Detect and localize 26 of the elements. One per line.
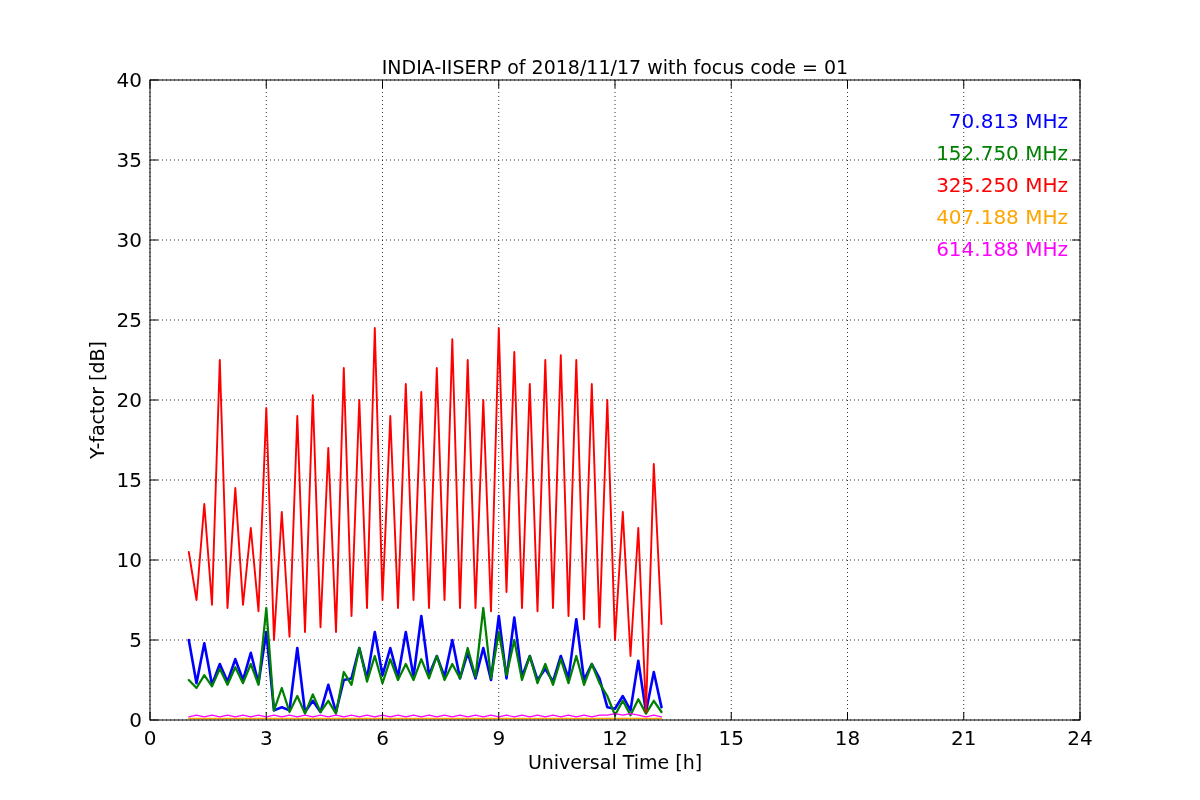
y-tick-label: 10 [116, 548, 142, 572]
y-tick-label: 5 [129, 628, 142, 652]
legend-label: 70.813 MHz [948, 109, 1068, 133]
y-tick-label: 30 [116, 228, 142, 252]
x-tick-label: 9 [492, 726, 506, 750]
chart-title: INDIA-IISERP of 2018/11/17 with focus code = 01 [381, 56, 849, 78]
y-tick-label: 35 [116, 148, 142, 172]
y-tick-label: 20 [116, 388, 142, 412]
x-tick-label: 15 [718, 726, 744, 750]
legend-label: 614.188 MHz [936, 237, 1068, 261]
x-tick-label: 18 [834, 726, 861, 750]
y-tick-label: 25 [116, 308, 142, 332]
legend-label: 407.188 MHz [936, 205, 1068, 229]
x-tick-label: 6 [376, 726, 389, 750]
x-tick-label: 3 [259, 726, 273, 750]
x-axis-label: Universal Time [h] [527, 751, 703, 773]
x-tick-label: 21 [951, 726, 977, 750]
y-tick-label: 15 [116, 468, 142, 492]
legend-label: 325.250 MHz [936, 173, 1068, 197]
legend-label: 152.750 MHz [936, 141, 1068, 165]
y-axis-label: Y-factor [dB] [86, 341, 108, 459]
y-tick-label: 40 [116, 68, 142, 92]
y-tick-label: 0 [129, 708, 142, 732]
x-tick-label: 24 [1067, 726, 1093, 750]
x-tick-label: 0 [143, 726, 157, 750]
x-tick-label: 12 [602, 726, 628, 750]
